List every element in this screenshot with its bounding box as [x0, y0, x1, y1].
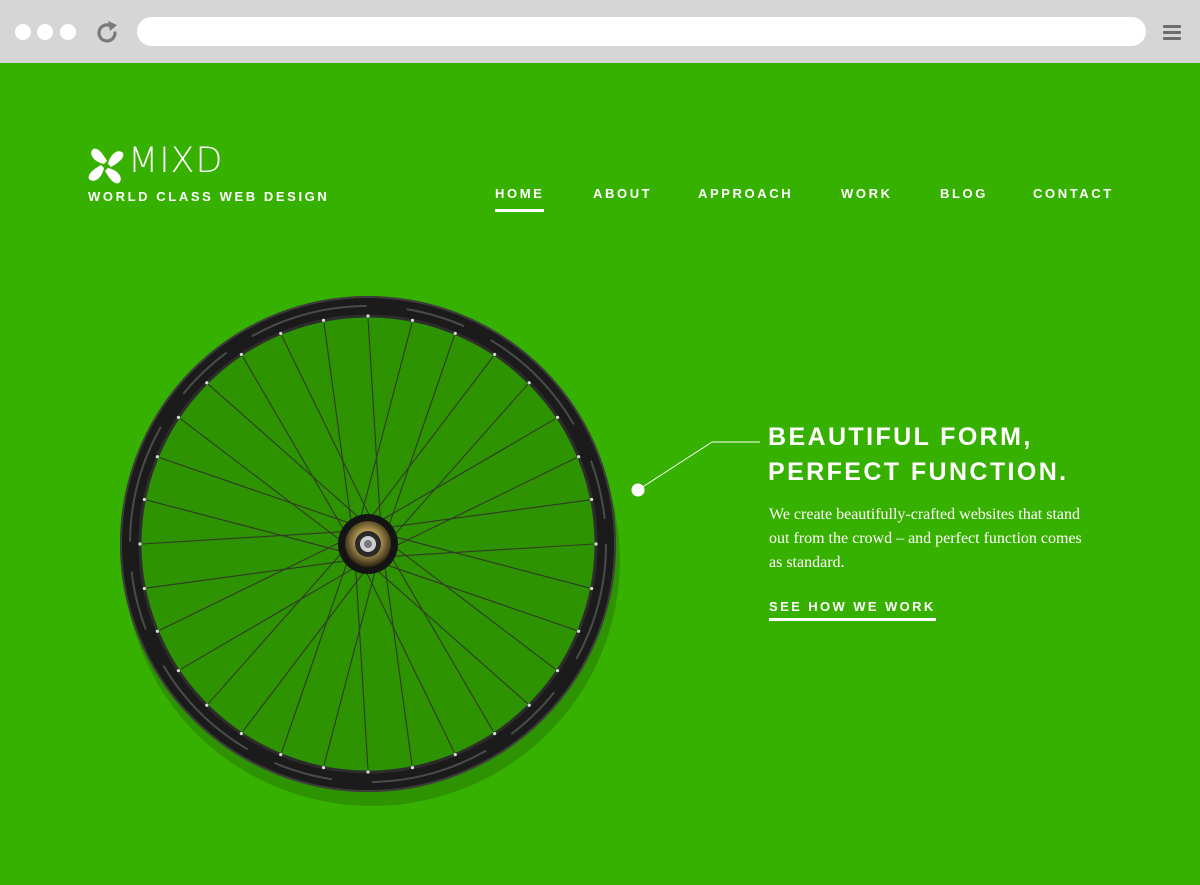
- nav-contact[interactable]: CONTACT: [1033, 186, 1114, 209]
- address-bar[interactable]: [137, 17, 1146, 46]
- see-how-we-work-link[interactable]: SEE HOW WE WORK: [769, 599, 936, 621]
- window-dot-3[interactable]: [60, 24, 76, 40]
- nav-home[interactable]: HOME: [495, 186, 545, 212]
- nav-approach[interactable]: APPROACH: [698, 186, 793, 209]
- pinwheel-logo-icon: [88, 148, 124, 184]
- nav-blog[interactable]: BLOG: [940, 186, 988, 209]
- hamburger-menu-icon[interactable]: [1163, 25, 1181, 41]
- hero-title: BEAUTIFUL FORM, PERFECT FUNCTION.: [768, 420, 1188, 490]
- hero-title-line-1: BEAUTIFUL FORM,: [768, 423, 1033, 451]
- page-content: MIXD WORLD CLASS WEB DESIGN HOME ABOUT A…: [0, 63, 1200, 885]
- brand-name: MIXD: [128, 141, 224, 181]
- bicycle-wheel-image: [120, 296, 620, 806]
- nav-work[interactable]: WORK: [841, 186, 893, 209]
- callout-connector: [631, 441, 760, 497]
- hero-description: We create beautifully-crafted websites t…: [769, 506, 1082, 571]
- reload-icon[interactable]: [94, 20, 120, 46]
- window-dot-2[interactable]: [37, 24, 53, 40]
- hero-title-line-2: PERFECT FUNCTION.: [768, 458, 1069, 486]
- window-dot-1[interactable]: [15, 24, 31, 40]
- main-nav: HOME ABOUT APPROACH WORK BLOG CONTACT: [0, 186, 1200, 216]
- nav-about[interactable]: ABOUT: [593, 186, 652, 209]
- browser-toolbar: [0, 0, 1200, 63]
